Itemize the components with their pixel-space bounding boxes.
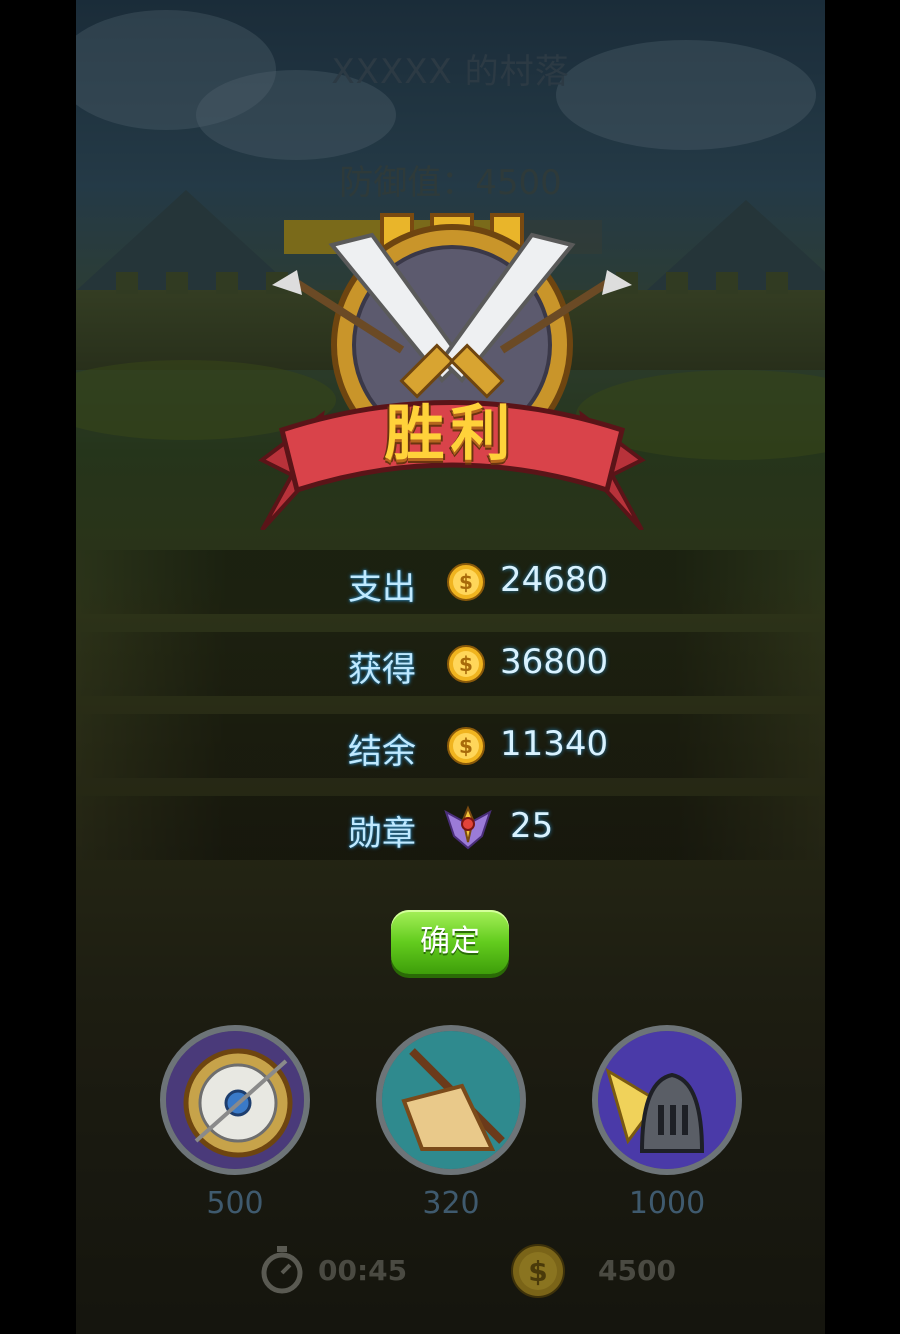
blade-icon — [382, 1031, 520, 1169]
result-value: 11340 — [500, 724, 609, 764]
gold-coin-icon: $ — [511, 1244, 565, 1298]
svg-text:$: $ — [459, 734, 473, 758]
defense-label: 防御值：4500 — [339, 163, 562, 203]
svg-text:$: $ — [528, 1255, 547, 1288]
medal-icon — [444, 805, 492, 850]
gold-coin-icon: $ — [447, 727, 485, 765]
unit-cost: 1000 — [628, 1186, 706, 1221]
result-value: 36800 — [500, 642, 609, 682]
confirm-button[interactable]: 确定 — [391, 910, 509, 974]
result-row-expense: 支出 $ 24680 — [76, 550, 825, 614]
result-label: 勋章 — [348, 814, 416, 854]
knight-helmet-icon — [598, 1031, 736, 1169]
loot-amount: 4500 — [598, 1254, 676, 1287]
svg-text:$: $ — [459, 570, 473, 594]
unit-cost: 500 — [206, 1186, 264, 1221]
result-value: 25 — [510, 806, 554, 846]
unit-slot-blade[interactable] — [376, 1025, 526, 1175]
result-row-income: 获得 $ 36800 — [76, 632, 825, 696]
result-label: 结余 — [348, 732, 416, 772]
result-row-balance: 结余 $ 11340 — [76, 714, 825, 778]
shield-icon — [166, 1031, 304, 1169]
unit-slot-shield[interactable] — [160, 1025, 310, 1175]
result-value: 24680 — [500, 560, 609, 600]
result-label: 获得 — [348, 650, 416, 690]
result-label: 支出 — [348, 568, 416, 608]
victory-emblem — [258, 213, 646, 530]
village-title: XXXXX 的村落 — [331, 52, 570, 92]
battle-result-screen: XXXXX 的村落 防御值：4500 胜利 支出 $ 24680 获得 $ 36… — [76, 0, 825, 1334]
result-row-medal: 勋章 25 — [76, 796, 825, 860]
stopwatch-icon — [261, 1246, 303, 1294]
victory-title: 胜利 — [384, 399, 517, 469]
gold-coin-icon: $ — [447, 645, 485, 683]
battle-timer: 00:45 — [318, 1254, 408, 1287]
gold-coin-icon: $ — [447, 563, 485, 601]
unit-cost: 320 — [422, 1186, 480, 1221]
svg-text:$: $ — [459, 652, 473, 676]
unit-slot-knight[interactable] — [592, 1025, 742, 1175]
